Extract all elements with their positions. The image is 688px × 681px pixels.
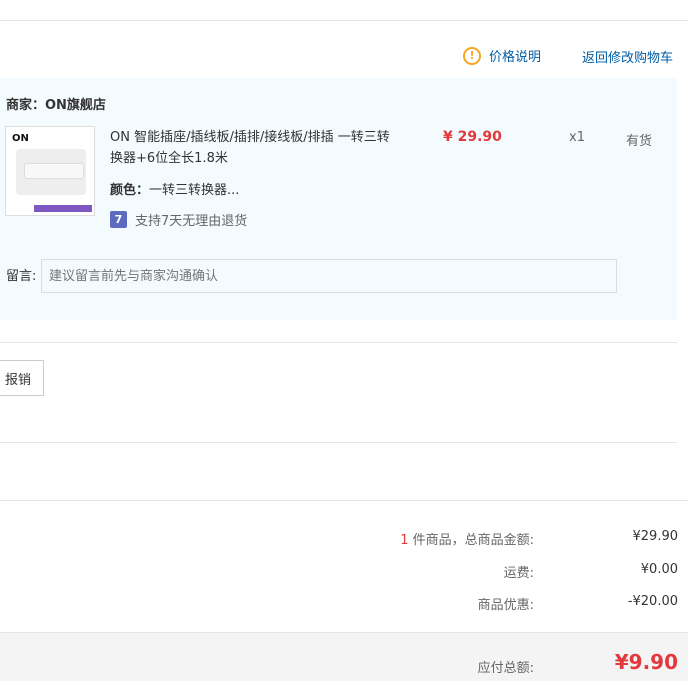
product-price: ¥ 29.90 bbox=[443, 129, 502, 145]
seven-day-return: 7 支持7天无理由退货 bbox=[110, 210, 247, 229]
message-label: 留言: bbox=[6, 269, 37, 284]
product-title[interactable]: ON 智能插座/插线板/插排/接线板/排插 一转三转换器+6位全长1.8米 bbox=[110, 127, 390, 169]
total-value: ¥9.90 bbox=[614, 650, 678, 674]
price-info-label: 价格说明 bbox=[489, 50, 542, 65]
back-to-cart-link[interactable]: 返回修改购物车 bbox=[582, 47, 673, 66]
product-color: 颜色：一转三转换器... bbox=[110, 179, 239, 198]
message-input[interactable] bbox=[41, 259, 617, 293]
warning-icon: ! bbox=[463, 46, 481, 65]
divider-summary bbox=[0, 500, 688, 501]
product-qty: x1 bbox=[569, 130, 585, 145]
total-label: 应付总额: bbox=[477, 661, 534, 676]
discount-value: -¥20.00 bbox=[627, 594, 678, 609]
shop-name: 商家：ON旗舰店 bbox=[6, 98, 106, 113]
item-count: 1 bbox=[400, 533, 409, 548]
divider-mid bbox=[0, 442, 677, 443]
seven-day-label: 支持7天无理由退货 bbox=[135, 214, 248, 229]
price-info-link[interactable]: ! 价格说明 bbox=[463, 46, 541, 65]
report-button[interactable]: 报销 bbox=[0, 360, 44, 396]
shipping-label: 运费: bbox=[503, 566, 534, 581]
product-thumbnail[interactable]: ON bbox=[5, 126, 95, 216]
goods-total-value: ¥29.90 bbox=[632, 529, 679, 544]
goods-total-label: 1 件商品，总商品金额: bbox=[400, 529, 534, 548]
discount-label: 商品优惠: bbox=[477, 598, 534, 613]
seven-day-icon: 7 bbox=[110, 211, 127, 228]
thumbnail-logo: ON bbox=[12, 133, 29, 144]
stock-status: 有货 bbox=[626, 134, 653, 149]
shipping-value: ¥0.00 bbox=[640, 562, 678, 577]
top-divider bbox=[0, 20, 688, 21]
total-bar: 应付总额: ¥9.90 bbox=[0, 632, 688, 681]
color-value: 一转三转换器... bbox=[149, 183, 240, 198]
goods-label-text: 件商品，总商品金额: bbox=[412, 533, 534, 548]
divider-after-shop bbox=[0, 342, 677, 343]
thumbnail-banner bbox=[34, 205, 92, 212]
shop-block: 商家：ON旗舰店 ON ON 智能插座/插线板/插排/接线板/排插 一转三转换器… bbox=[0, 78, 677, 320]
thumbnail-strip-shape bbox=[24, 163, 84, 179]
color-label: 颜色： bbox=[110, 183, 150, 198]
